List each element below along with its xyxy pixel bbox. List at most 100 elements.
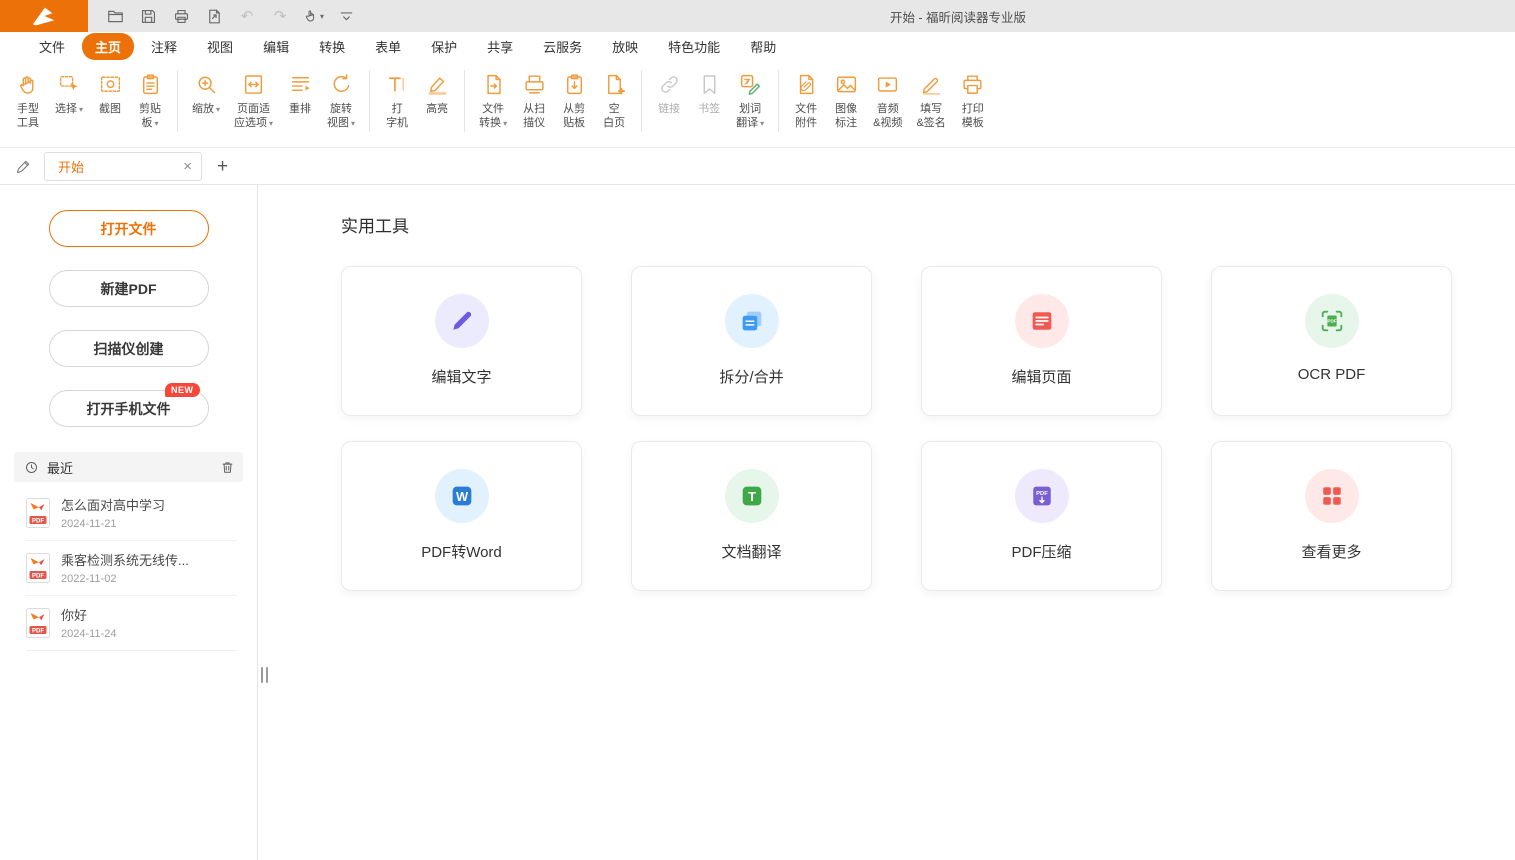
document-tab-start[interactable]: 开始 × <box>44 152 202 181</box>
svg-text:PDF: PDF <box>1036 491 1048 497</box>
ribbon-typewriter[interactable]: 打 字机 <box>377 68 417 130</box>
ribbon-item-label: 页面适 应选项 <box>234 103 270 129</box>
ribbon-fit-page-options[interactable]: 页面适 应选项▾ <box>227 68 280 130</box>
print-template-icon <box>960 69 985 99</box>
tab-close-icon[interactable]: × <box>183 159 192 174</box>
customize-quick-access-icon[interactable] <box>335 5 357 27</box>
tool-card-pdf-to-word[interactable]: W PDF转Word <box>341 441 582 591</box>
ribbon-rotate-view[interactable]: 旋转 视图▾ <box>320 68 362 130</box>
menu-tab-help[interactable]: 帮助 <box>737 33 789 60</box>
redo-icon[interactable]: ↷ <box>269 5 291 27</box>
ribbon-audio-video[interactable]: 音频 &视频 <box>866 68 909 130</box>
paste-clipboard-icon <box>562 69 587 99</box>
open-file-icon[interactable] <box>104 5 126 27</box>
split-merge-icon <box>725 294 779 348</box>
audio-video-icon <box>875 69 900 99</box>
sidebar-actions: 打开文件 新建PDF 扫描仪创建 打开手机文件 NEW <box>0 185 257 427</box>
menu-tab-features[interactable]: 特色功能 <box>655 33 733 60</box>
recent-file-item[interactable]: PDF 乘客检测系统无线传... 2022-11-02 <box>26 541 237 596</box>
dropdown-caret-icon: ▾ <box>79 105 83 114</box>
menu-tab-home[interactable]: 主页 <box>82 33 134 60</box>
ribbon-item-label: 文件 附件 <box>795 103 817 129</box>
titlebar: ↶ ↷ ▾ 开始 - 福昕阅读器专业版 <box>0 0 1515 32</box>
tool-card-edit-text[interactable]: 编辑文字 <box>341 266 582 416</box>
menu-tab-share[interactable]: 共享 <box>474 33 526 60</box>
menu-tab-bar: 文件 主页 注释 视图 编辑 转换 表单 保护 共享 云服务 放映 特色功能 帮… <box>0 32 1515 60</box>
menu-tab-convert[interactable]: 转换 <box>306 33 358 60</box>
ribbon-image-annotation[interactable]: 图像 标注 <box>826 68 866 130</box>
new-pdf-button[interactable]: 新建PDF <box>49 270 209 307</box>
tool-card-view-more[interactable]: 查看更多 <box>1211 441 1452 591</box>
tool-card-doc-translate[interactable]: T 文档翻译 <box>631 441 872 591</box>
ribbon-from-clipboard[interactable]: 从剪 贴板 <box>554 68 594 130</box>
menu-tab-form[interactable]: 表单 <box>362 33 414 60</box>
open-mobile-file-button[interactable]: 打开手机文件 NEW <box>49 390 209 427</box>
touch-mode-icon[interactable]: ▾ <box>302 5 324 27</box>
ribbon-translate[interactable]: 划词 翻译▾ <box>729 68 771 130</box>
dropdown-caret-icon: ▾ <box>351 119 355 128</box>
ribbon-item-label: 划词 翻译 <box>736 103 761 129</box>
ribbon-clipboard[interactable]: 剪贴 板▾ <box>130 68 170 130</box>
ribbon-file-convert[interactable]: 文件 转换▾ <box>472 68 514 130</box>
ribbon-fill-sign[interactable]: 填写 &签名 <box>909 68 952 130</box>
tool-card-ocr-pdf[interactable]: PDF OCR PDF <box>1211 266 1452 416</box>
svg-text:PDF: PDF <box>32 573 44 579</box>
ribbon-from-scanner[interactable]: 从扫 描仪 <box>514 68 554 130</box>
quick-access-toolbar: ↶ ↷ ▾ <box>104 5 357 27</box>
annotation-pen-icon[interactable] <box>10 153 36 179</box>
ribbon-zoom[interactable]: 缩放▾ <box>185 68 227 130</box>
tool-card-pdf-compress[interactable]: PDF PDF压缩 <box>921 441 1162 591</box>
document-tab-label: 开始 <box>58 157 84 176</box>
tool-card-label: PDF压缩 <box>1011 541 1071 562</box>
menu-tab-file[interactable]: 文件 <box>26 33 78 60</box>
export-icon[interactable] <box>203 5 225 27</box>
recent-file-name: 怎么面对高中学习 <box>61 495 165 514</box>
dropdown-caret-icon: ▾ <box>320 12 324 21</box>
sidebar-resize-handle[interactable] <box>261 667 268 683</box>
tool-card-edit-pages[interactable]: 编辑页面 <box>921 266 1162 416</box>
ribbon-file-attachment[interactable]: 文件 附件 <box>786 68 826 130</box>
ribbon-item-label: 从剪 贴板 <box>563 103 585 129</box>
pdf-to-word-icon: W <box>435 469 489 523</box>
attachment-icon <box>794 69 819 99</box>
select-icon <box>57 69 82 99</box>
undo-icon[interactable]: ↶ <box>236 5 258 27</box>
menu-tab-cloud[interactable]: 云服务 <box>530 33 595 60</box>
ribbon-link[interactable]: 链接 <box>649 68 689 130</box>
main-panel: 实用工具 编辑文字 拆分/合并 编辑页面 <box>258 185 1515 860</box>
clear-recent-trash-icon[interactable] <box>220 460 235 475</box>
reflow-icon <box>288 69 313 99</box>
menu-tab-comment[interactable]: 注释 <box>138 33 190 60</box>
print-icon[interactable] <box>170 5 192 27</box>
recent-file-item[interactable]: PDF 怎么面对高中学习 2024-11-21 <box>26 486 237 541</box>
dropdown-caret-icon: ▾ <box>155 119 159 128</box>
menu-tab-present[interactable]: 放映 <box>599 33 651 60</box>
ocr-pdf-icon: PDF <box>1305 294 1359 348</box>
scanner-create-button[interactable]: 扫描仪创建 <box>49 330 209 367</box>
recent-file-item[interactable]: PDF 你好 2024-11-24 <box>26 596 237 651</box>
save-icon[interactable] <box>137 5 159 27</box>
ribbon-item-label: 重排 <box>289 103 311 115</box>
pdf-file-icon: PDF <box>26 553 50 583</box>
fit-page-icon <box>241 69 266 99</box>
ribbon-item-label: 缩放 <box>192 103 214 115</box>
ribbon-select[interactable]: 选择▾ <box>48 68 90 130</box>
open-file-button[interactable]: 打开文件 <box>49 210 209 247</box>
new-tab-button[interactable]: + <box>217 157 228 176</box>
ribbon-blank-page[interactable]: 空 白页 <box>594 68 634 130</box>
dropdown-caret-icon: ▾ <box>760 119 764 128</box>
tool-card-split-merge[interactable]: 拆分/合并 <box>631 266 872 416</box>
zoom-icon <box>194 69 219 99</box>
clock-icon <box>24 460 39 475</box>
menu-tab-edit[interactable]: 编辑 <box>250 33 302 60</box>
app-logo-button[interactable] <box>0 0 88 32</box>
ribbon-print-template[interactable]: 打印 模板 <box>953 68 993 130</box>
menu-tab-view[interactable]: 视图 <box>194 33 246 60</box>
menu-tab-protect[interactable]: 保护 <box>418 33 470 60</box>
svg-text:W: W <box>455 489 468 504</box>
ribbon-bookmark[interactable]: 书签 <box>689 68 729 130</box>
ribbon-snapshot[interactable]: 截图 <box>90 68 130 130</box>
ribbon-reflow[interactable]: 重排 <box>280 68 320 130</box>
ribbon-hand-tool[interactable]: 手型 工具 <box>8 68 48 130</box>
ribbon-highlight[interactable]: 高亮 <box>417 68 457 130</box>
